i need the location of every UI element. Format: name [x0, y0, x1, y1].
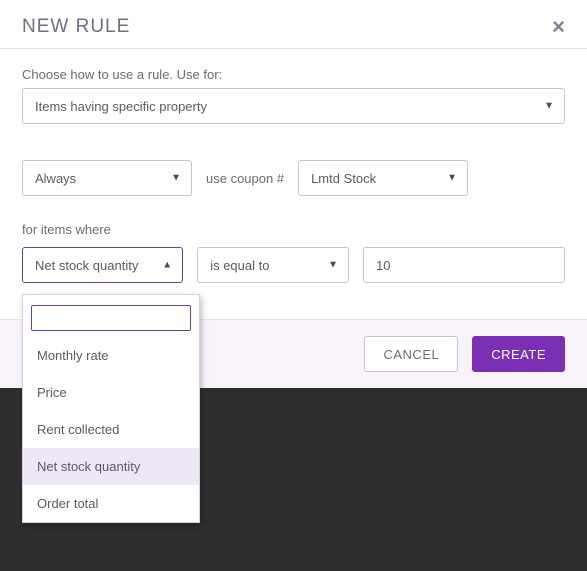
rule-type-label: Choose how to use a rule. Use for:	[22, 67, 565, 82]
cancel-button[interactable]: CANCEL	[364, 336, 458, 372]
create-button[interactable]: CREATE	[472, 336, 565, 372]
chevron-down-icon: ▼	[447, 173, 457, 184]
chevron-down-icon: ▼	[328, 260, 338, 271]
property-value: Net stock quantity	[35, 258, 138, 273]
close-icon[interactable]: ×	[552, 16, 565, 38]
dropdown-option[interactable]: Order total	[23, 485, 199, 522]
modal-title: NEW RULE	[22, 16, 130, 38]
modal-header: NEW RULE ×	[0, 0, 587, 49]
when-value: Always	[35, 171, 76, 186]
property-select[interactable]: Net stock quantity ▲	[22, 247, 183, 283]
operator-select[interactable]: is equal to ▼	[197, 247, 349, 283]
dropdown-option[interactable]: Price	[23, 374, 199, 411]
coupon-value: Lmtd Stock	[311, 171, 376, 186]
when-select[interactable]: Always ▼	[22, 160, 192, 196]
use-coupon-label: use coupon #	[206, 171, 284, 186]
rule-type-select[interactable]: Items having specific property ▼	[22, 88, 565, 124]
property-dropdown: Monthly ratePriceRent collectedNet stock…	[22, 294, 200, 523]
dropdown-option[interactable]: Rent collected	[23, 411, 199, 448]
condition-row: Always ▼ use coupon # Lmtd Stock ▼	[22, 160, 565, 196]
dropdown-option[interactable]: Net stock quantity	[23, 448, 199, 485]
dropdown-option[interactable]: Monthly rate	[23, 337, 199, 374]
dropdown-search-wrap	[23, 295, 199, 337]
items-where-row: Net stock quantity ▲ is equal to ▼	[22, 247, 565, 283]
rule-type-value: Items having specific property	[35, 99, 207, 114]
operator-value: is equal to	[210, 258, 269, 273]
chevron-down-icon: ▼	[171, 173, 181, 184]
items-where-label: for items where	[22, 222, 565, 237]
chevron-down-icon: ▼	[544, 101, 554, 112]
modal-body: Choose how to use a rule. Use for: Items…	[0, 49, 587, 291]
chevron-up-icon: ▲	[162, 260, 172, 271]
value-input[interactable]	[363, 247, 565, 283]
coupon-select[interactable]: Lmtd Stock ▼	[298, 160, 468, 196]
dropdown-search-input[interactable]	[31, 305, 191, 331]
